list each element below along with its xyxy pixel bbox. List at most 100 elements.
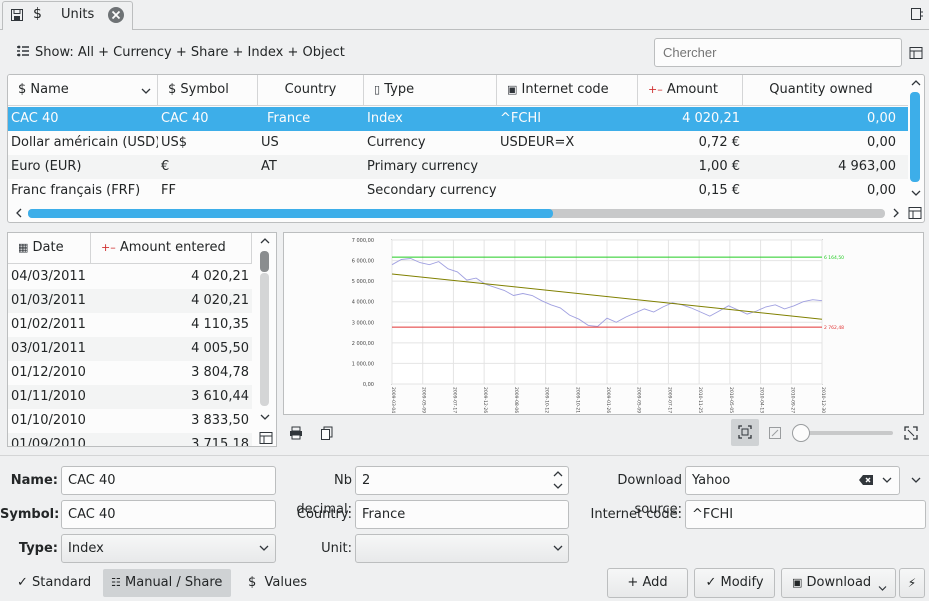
col-symbol[interactable]: $ Symbol [158,75,258,105]
table-row[interactable]: Euro (EUR) € AT Primary currency 1,00 € … [8,155,908,179]
list-item[interactable]: 01/09/2010 3 715,18 [8,433,252,447]
download-button[interactable]: ▣ Download [781,568,896,598]
manual-icon: ☷ [111,576,121,589]
table-row[interactable]: Franc français (FRF) FF Secondary curren… [8,179,908,203]
scroll-down-icon[interactable] [260,413,270,421]
table-config-icon[interactable] [908,206,922,220]
col-amount[interactable]: +– Amount [638,75,743,105]
value-date: 04/03/2011 [11,269,86,284]
separator [0,455,929,456]
internet-code-input[interactable]: ^FCHI [685,500,926,529]
zoom-reset-icon[interactable] [768,426,782,440]
list-item[interactable]: 01/11/2010 3 610,44 [8,385,252,409]
list-item[interactable]: 01/02/2011 4 110,35 [8,313,252,337]
copy-icon[interactable] [320,426,334,440]
table-row[interactable]: Dollar américain (USD) US$ US Currency U… [8,131,908,155]
chevron-down-icon[interactable] [553,544,563,552]
y-tick-label: 3 000,00 [352,320,374,326]
symbol-input[interactable]: CAC 40 [61,500,276,529]
col-name[interactable]: $ Name [8,75,158,105]
download-menu-chevron-icon[interactable] [878,585,887,592]
col-amount-entered[interactable]: +– Amount entered [91,233,252,263]
x-tick-label: 2010-05-05 [728,387,734,413]
value-date: 01/12/2010 [11,365,86,380]
values-tab[interactable]: $ Values [240,569,315,597]
col-type[interactable]: ▯ Type [364,75,497,105]
check-icon: ✓ [705,575,717,590]
print-icon[interactable] [289,426,303,440]
x-tick-label: 2010-04-13 [759,387,765,413]
col-internet-code[interactable]: ▣ Internet code [497,75,638,105]
value-amount: 4 020,21 [191,269,249,284]
save-icon[interactable] [10,8,24,22]
scroll-left-icon[interactable] [15,208,23,218]
tab-close-icon[interactable] [107,6,125,24]
horizontal-scrollbar-thumb[interactable] [28,209,553,218]
vertical-scrollbar-thumb[interactable] [260,251,269,272]
stepper-down-icon[interactable] [553,482,563,490]
chevron-down-icon[interactable] [882,476,892,484]
clear-icon[interactable] [858,473,874,487]
x-tick-label: 2009-10-21 [574,387,580,413]
unit-select[interactable] [355,534,569,563]
list-item[interactable]: 01/03/2011 4 020,21 [8,289,252,313]
list-item[interactable]: 01/12/2010 3 804,78 [8,361,252,385]
x-tick-label: 2010-11-25 [697,387,703,413]
stepper-up-icon[interactable] [553,470,563,478]
manual-share-tab[interactable]: ☷ Manual / Share [103,569,231,597]
name-label: Name: [10,473,58,488]
min-line-label: 2 762,48 [824,325,844,331]
value-date: 01/11/2010 [11,389,86,404]
search-input[interactable] [654,38,902,67]
zoom-slider-handle[interactable] [792,424,810,442]
vertical-scrollbar-thumb[interactable] [910,92,920,182]
scroll-down-icon[interactable] [911,189,921,197]
col-date[interactable]: ▦ Date [8,233,91,263]
tab-dollar-icon: $ [33,6,42,22]
check-icon: ✓ [17,575,28,590]
standard-tab[interactable]: ✓ Standard [9,569,99,597]
x-tick-label: 2009-07-17 [451,387,457,413]
name-input[interactable]: CAC 40 [61,466,276,495]
zoom-fit-button[interactable] [731,419,759,446]
tab-menu-icon[interactable] [910,7,924,21]
y-tick-label: 0,00 [363,382,374,388]
modify-button[interactable]: ✓ Modify [694,568,775,598]
value-amount: 3 715,18 [191,437,249,447]
scroll-up-icon[interactable] [260,237,270,245]
list-item[interactable]: 04/03/2011 4 020,21 [8,265,252,289]
filter-label[interactable]: Show: All + Currency + Share + Index + O… [35,45,345,60]
filter-icon[interactable] [16,45,30,59]
list-item[interactable]: 03/01/2011 4 005,50 [8,337,252,361]
value-date: 01/09/2010 [11,437,86,447]
table-config-icon[interactable] [259,431,273,445]
chevron-down-icon[interactable] [259,544,269,552]
scroll-up-icon[interactable] [911,79,921,87]
x-tick-label: 2009-08-06 [513,387,519,413]
value-date: 01/02/2011 [11,317,86,332]
value-date: 01/10/2010 [11,413,86,428]
table-row[interactable]: CAC 40 CAC 40 France Index ^FCHI 4 020,2… [8,107,908,131]
scroll-right-icon[interactable] [892,208,900,218]
list-item[interactable]: 01/10/2010 3 833,50 [8,409,252,433]
add-button[interactable]: + Add [607,568,688,598]
x-tick-label: 2009-01-26 [605,387,611,413]
zoom-slider-track[interactable] [798,431,893,435]
fullscreen-icon[interactable] [904,426,918,440]
sort-chevron-icon[interactable] [141,87,151,95]
save-icon: ▣ [507,83,518,96]
source-options-icon[interactable] [911,476,921,484]
x-tick-label: 2009-05-09 [636,387,642,413]
lightning-icon: ⚡ [907,576,917,590]
col-quantity[interactable]: Quantity owned [743,75,899,105]
column-config-icon[interactable] [909,46,923,60]
quick-action-button[interactable]: ⚡ [899,568,925,598]
col-country[interactable]: Country [258,75,364,105]
tab-label: Units [61,7,95,22]
price-chart: 7 000,00 6 000,00 5 000,00 4 000,00 3 000,00… [352,238,844,413]
vertical-scrollbar-track[interactable] [260,273,269,406]
decimal-stepper[interactable]: 2 [355,466,569,495]
internet-code-label: Internet code: [590,507,682,522]
type-select[interactable]: Index [61,534,276,563]
country-input[interactable]: France [355,500,569,529]
